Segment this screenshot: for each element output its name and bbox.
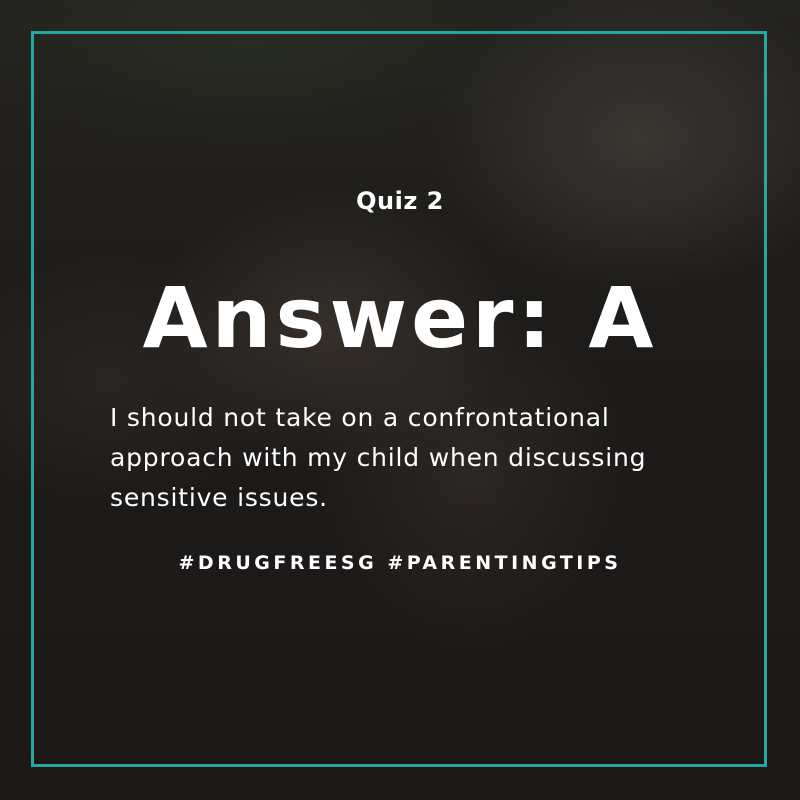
explanation-line: sensitive issues. (110, 483, 328, 512)
quiz-number-label: Quiz 2 (356, 187, 444, 215)
answer-explanation: I should not take on a confrontational a… (110, 398, 730, 518)
answer-heading: Answer: A (142, 269, 658, 367)
hashtags: #DRUGFREESG #PARENTINGTIPS (178, 552, 622, 574)
explanation-line: I should not take on a confrontational (110, 403, 610, 432)
explanation-line: approach with my child when discussing (110, 443, 647, 472)
quiz-card: Quiz 2 Answer: A I should not take on a … (0, 0, 800, 800)
card-content: Quiz 2 Answer: A I should not take on a … (0, 0, 800, 800)
